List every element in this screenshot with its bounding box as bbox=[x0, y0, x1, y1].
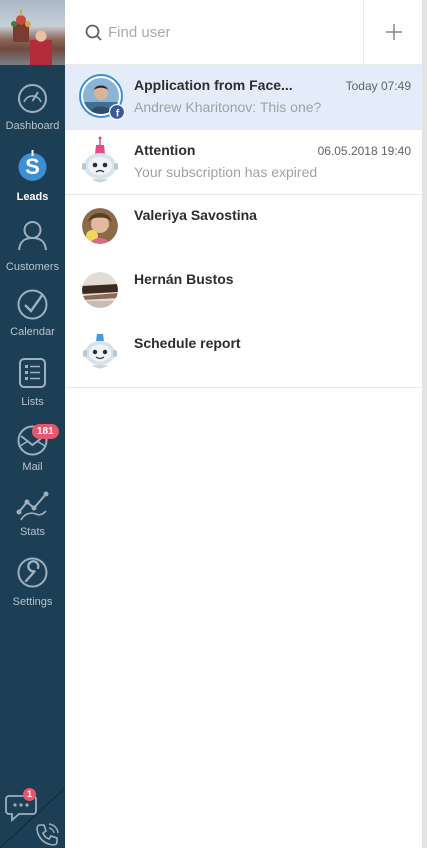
facebook-icon: f bbox=[109, 104, 125, 120]
sidebar-item-mail[interactable]: 181 Mail bbox=[0, 424, 65, 488]
add-button[interactable] bbox=[363, 0, 422, 65]
chat-title: Attention bbox=[134, 142, 196, 158]
customers-icon bbox=[18, 221, 47, 251]
chat-list-panel: f Application from Face... Today 07:49 A… bbox=[65, 0, 422, 848]
chat-list-item[interactable]: f Application from Face... Today 07:49 A… bbox=[65, 65, 422, 130]
user-avatar bbox=[82, 208, 118, 244]
chat-title: Application from Face... bbox=[134, 77, 293, 93]
sidebar-item-dashboard[interactable]: Dashboard bbox=[0, 82, 65, 146]
profile-avatar[interactable] bbox=[0, 0, 65, 65]
stats-icon bbox=[16, 491, 49, 521]
sidebar-item-leads[interactable]: S Leads bbox=[0, 150, 65, 214]
robot-avatar bbox=[83, 334, 117, 369]
person-image bbox=[30, 28, 52, 65]
app-window: Dashboard S Leads Customers Calendar Lis… bbox=[0, 0, 427, 848]
chat-preview: Your subscription has expired bbox=[134, 164, 318, 180]
mail-count-badge: 181 bbox=[32, 424, 59, 439]
chat-timestamp: 06.05.2018 19:40 bbox=[317, 144, 411, 158]
wrench-icon bbox=[17, 557, 48, 588]
sidebar: Dashboard S Leads Customers Calendar Lis… bbox=[0, 0, 65, 848]
chat-title: Hernán Bustos bbox=[134, 271, 234, 287]
facebook-user-avatar: f bbox=[79, 74, 125, 120]
sidebar-bottom: 1 bbox=[0, 788, 65, 848]
chat-title: Valeriya Savostina bbox=[134, 207, 257, 223]
sidebar-item-label: Dashboard bbox=[5, 120, 60, 132]
sidebar-item-label: Customers bbox=[5, 261, 60, 273]
svg-text:S: S bbox=[25, 154, 40, 179]
sidebar-item-settings[interactable]: Settings bbox=[0, 556, 65, 620]
search-icon bbox=[85, 24, 102, 41]
chat-preview: Andrew Kharitonov: This one? bbox=[134, 99, 322, 115]
phone-icon[interactable] bbox=[34, 822, 60, 848]
cathedral-image bbox=[11, 10, 31, 42]
chat-list-item[interactable]: Schedule report bbox=[65, 323, 422, 388]
sidebar-item-customers[interactable]: Customers bbox=[0, 218, 65, 282]
sidebar-item-calendar[interactable]: Calendar bbox=[0, 288, 65, 352]
chat-list-item[interactable]: Valeriya Savostina bbox=[65, 195, 422, 260]
sidebar-item-stats[interactable]: Stats bbox=[0, 490, 65, 554]
dashboard-icon bbox=[18, 84, 47, 113]
search-input[interactable] bbox=[108, 21, 358, 43]
chat-list-item[interactable]: Attention 06.05.2018 19:40 Your subscrip… bbox=[65, 130, 422, 195]
sidebar-item-label: Leads bbox=[16, 191, 49, 203]
sidebar-item-label: Lists bbox=[21, 396, 44, 408]
chat-title: Schedule report bbox=[134, 335, 241, 351]
chat-list-item[interactable]: Hernán Bustos bbox=[65, 259, 422, 324]
sidebar-item-label: Settings bbox=[12, 596, 53, 608]
checkmark-circle-icon bbox=[17, 289, 48, 320]
chat-timestamp: Today 07:49 bbox=[345, 79, 411, 93]
chat-count-badge: 1 bbox=[23, 788, 37, 801]
sidebar-item-lists[interactable]: Lists bbox=[0, 356, 65, 420]
leads-icon: S bbox=[18, 150, 47, 181]
list-icon bbox=[19, 358, 46, 388]
sidebar-item-label: Calendar bbox=[10, 326, 55, 338]
sidebar-item-label: Stats bbox=[19, 526, 46, 538]
robot-avatar bbox=[82, 136, 118, 183]
user-avatar bbox=[82, 272, 118, 308]
sidebar-item-label: Mail bbox=[22, 461, 43, 473]
plus-icon bbox=[386, 24, 402, 40]
search-bar bbox=[65, 0, 422, 65]
scrollbar[interactable] bbox=[422, 0, 427, 848]
